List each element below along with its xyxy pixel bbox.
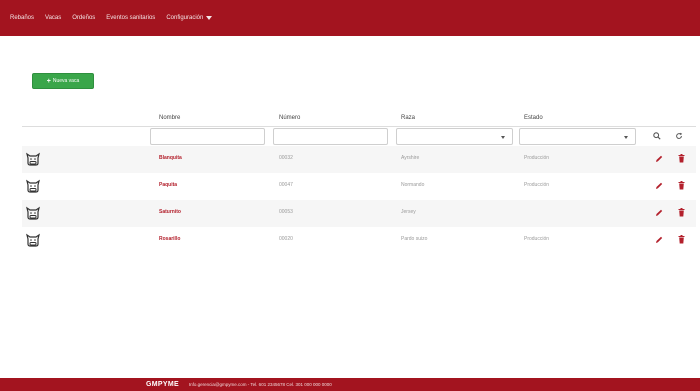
filter-numero-input[interactable] [273,128,388,145]
top-navbar: Rebaños Vacas Ordeños Eventos sanitarios… [0,0,700,36]
header-divider [22,126,696,127]
cow-number: 00020 [279,236,293,242]
nav-item-vacas[interactable]: Vacas [45,15,61,21]
table-row: Blanquita 00032 Ayrshire Producción [22,146,696,173]
footer-brand: GMPYME [146,381,179,388]
filter-raza-select[interactable] [396,128,513,145]
cow-icon [26,152,40,166]
trash-icon[interactable] [678,208,685,217]
cow-status: Producción [524,155,550,161]
pencil-icon[interactable] [655,236,663,244]
column-header-nombre[interactable]: Nombre [159,115,180,121]
filter-estado-select[interactable] [519,128,636,145]
cow-name-link[interactable]: Saturnito [159,209,181,215]
column-header-raza[interactable]: Raza [401,115,415,121]
pencil-icon[interactable] [655,182,663,190]
nav-item-configuracion[interactable]: Configuración [166,15,213,21]
nav-item-ordenos[interactable]: Ordeños [72,15,95,21]
cow-number: 00053 [279,209,293,215]
trash-icon[interactable] [678,154,685,163]
refresh-icon[interactable] [674,131,684,141]
cow-name-link[interactable]: Rosarillo [159,236,180,242]
page-footer: GMPYME Info.gerencia@gmpyme.com - Tel. 6… [0,378,700,391]
trash-icon[interactable] [678,235,685,244]
nav-item-eventos-sanitarios[interactable]: Eventos sanitarios [106,15,155,21]
table-row: Saturnito 00053 Jersey [22,200,696,227]
cow-icon [26,233,40,247]
trash-icon[interactable] [678,181,685,190]
cow-breed: Pardo suizo [401,236,428,242]
nav-item-rebanos[interactable]: Rebaños [10,15,34,21]
plus-icon: + [46,77,51,85]
cow-icon [26,206,40,220]
cow-breed: Ayrshire [401,155,420,161]
table-row: Rosarillo 00020 Pardo suizo Producción [22,227,696,254]
new-cow-button[interactable]: + Nueva vaca [32,73,94,89]
cow-name-link[interactable]: Blanquita [159,155,182,161]
cow-name-link[interactable]: Paquita [159,182,177,188]
cow-number: 00047 [279,182,293,188]
pencil-icon[interactable] [655,155,663,163]
chevron-down-icon [206,16,213,20]
cow-status: Producción [524,182,550,188]
cow-breed: Jersey [401,209,416,215]
footer-contact: Info.gerencia@gmpyme.com - Tel. 601 2345… [188,382,332,387]
pencil-icon[interactable] [655,209,663,217]
search-icon[interactable] [652,131,662,141]
cow-icon [26,179,40,193]
cow-breed: Normando [401,182,425,188]
cow-number: 00032 [279,155,293,161]
new-cow-button-label: Nueva vaca [52,78,80,84]
cow-status: Producción [524,236,550,242]
column-header-numero[interactable]: Número [279,115,300,121]
column-header-estado[interactable]: Estado [524,115,543,121]
filter-nombre-input[interactable] [150,128,265,145]
table-row: Paquita 00047 Normando Producción [22,173,696,200]
nav-item-configuracion-label: Configuración [166,15,204,21]
